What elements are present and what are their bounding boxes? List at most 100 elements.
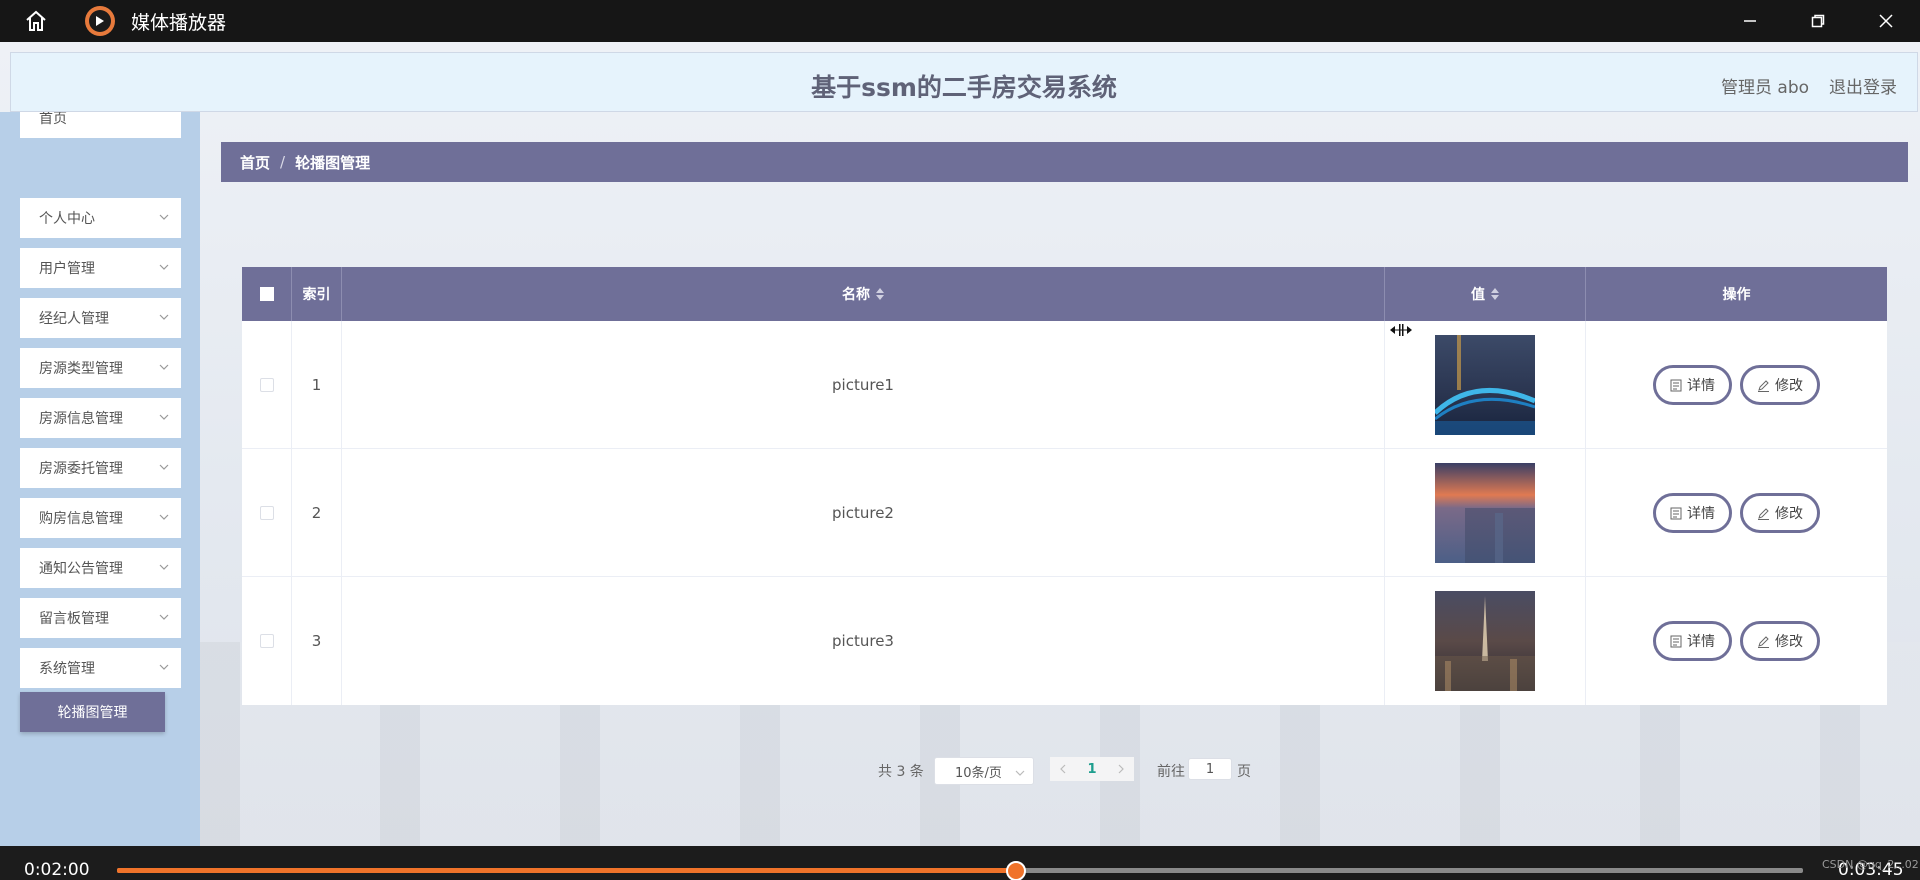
- minimize-button[interactable]: [1716, 0, 1784, 42]
- chevron-down-icon: [159, 664, 169, 670]
- sidebar-item-house-type-management[interactable]: 房源类型管理: [20, 348, 181, 388]
- tower-city-thumbnail[interactable]: [1435, 591, 1535, 691]
- column-resize-cursor-icon: [1390, 324, 1412, 336]
- page-unit-label: 页: [1237, 764, 1251, 780]
- breadcrumb-home[interactable]: 首页: [240, 152, 270, 173]
- row-checkbox[interactable]: [259, 506, 274, 520]
- watermark: CSDN @qq_2...02: [1822, 858, 1919, 871]
- page-size-select[interactable]: 10条/页: [934, 757, 1034, 785]
- edit-button[interactable]: 修改: [1740, 493, 1820, 533]
- breadcrumb-separator: /: [280, 153, 286, 171]
- prev-page-icon[interactable]: [1058, 764, 1068, 774]
- row-select-cell: [242, 449, 292, 577]
- close-icon: [1879, 14, 1893, 28]
- sidebar-item-system-management[interactable]: 系统管理: [20, 648, 181, 688]
- row-value: [1385, 321, 1586, 449]
- seek-handle[interactable]: [1005, 861, 1026, 880]
- chevron-down-icon: [159, 364, 169, 370]
- chevron-down-icon: [159, 464, 169, 470]
- carousel-table: 索引 名称 值 操作 1 picture1 详情 修改 2 picture2 详…: [242, 267, 1887, 705]
- sort-icon[interactable]: [876, 288, 884, 300]
- table-row: 3 picture3 详情 修改: [242, 577, 1887, 705]
- sunset-cityscape-thumbnail[interactable]: [1435, 463, 1535, 563]
- detail-button[interactable]: 详情: [1653, 493, 1732, 533]
- restore-button[interactable]: [1784, 0, 1852, 42]
- next-page-icon[interactable]: [1116, 764, 1126, 774]
- row-index: 1: [292, 321, 342, 449]
- chevron-down-icon: [159, 214, 169, 220]
- pagination: 共 3 条 10条/页 1 前往 页: [0, 755, 1920, 785]
- header-index: 索引: [292, 267, 342, 321]
- detail-button[interactable]: 详情: [1653, 621, 1732, 661]
- row-value: [1385, 577, 1586, 705]
- sidebar-item-user-management[interactable]: 用户管理: [20, 248, 181, 288]
- header-name[interactable]: 名称: [342, 267, 1385, 321]
- row-checkbox[interactable]: [259, 634, 274, 648]
- media-player-controls: 0:02:00 0:03:45 CSDN @qq_2...02: [0, 846, 1920, 880]
- edit-pencil-icon: [1758, 507, 1769, 520]
- sidebar-item-house-info-management[interactable]: 房源信息管理: [20, 398, 181, 438]
- sidebar-item-notice-management[interactable]: 通知公告管理: [20, 548, 181, 588]
- row-select-cell: [242, 321, 292, 449]
- close-button[interactable]: [1852, 0, 1920, 42]
- page-navigator: 1: [1050, 757, 1134, 781]
- chevron-down-icon: [159, 614, 169, 620]
- breadcrumb-current: 轮播图管理: [295, 153, 371, 172]
- sidebar-item-house-entrust-management[interactable]: 房源委托管理: [20, 448, 181, 488]
- window-controls: [1716, 0, 1920, 42]
- row-value: [1385, 449, 1586, 577]
- restore-icon: [1811, 14, 1825, 28]
- seek-bar[interactable]: [117, 861, 1803, 880]
- window-titlebar: 媒体播放器: [0, 0, 1920, 42]
- row-actions: 详情 修改: [1586, 577, 1887, 705]
- row-index: 3: [292, 577, 342, 705]
- app-content: 首页 个人中心 用户管理 经纪人管理 房源类型管理 房源信息管理 房源委托管理 …: [0, 42, 1920, 846]
- sort-icon[interactable]: [1491, 288, 1499, 300]
- sidebar-item-purchase-info-management[interactable]: 购房信息管理: [20, 498, 181, 538]
- breadcrumb: 首页 / 轮播图管理: [221, 142, 1908, 182]
- row-actions: 详情 修改: [1586, 321, 1887, 449]
- row-checkbox[interactable]: [259, 378, 274, 392]
- document-icon: [1670, 635, 1682, 647]
- edit-button[interactable]: 修改: [1740, 365, 1820, 405]
- sidebar-item-personal-center[interactable]: 个人中心: [20, 198, 181, 238]
- logout-link[interactable]: 退出登录: [1829, 73, 1897, 98]
- goto-page-input[interactable]: [1188, 758, 1232, 780]
- header-select-all: [242, 267, 292, 321]
- sidebar-subitem-carousel-management[interactable]: 轮播图管理: [20, 692, 165, 732]
- chevron-down-icon: [159, 314, 169, 320]
- row-name: picture2: [342, 449, 1385, 577]
- sidebar-item-agent-management[interactable]: 经纪人管理: [20, 298, 181, 338]
- goto-label: 前往: [1157, 764, 1185, 780]
- table-header: 索引 名称 值 操作: [242, 267, 1887, 321]
- chevron-down-icon: [159, 414, 169, 420]
- detail-button[interactable]: 详情: [1653, 365, 1732, 405]
- row-index: 2: [292, 449, 342, 577]
- seek-progress: [117, 868, 1016, 873]
- page-header: 基于ssm的二手房交易系统 管理员 abo 退出登录: [10, 52, 1918, 112]
- page-number-current[interactable]: 1: [1087, 762, 1096, 777]
- chevron-down-icon: [159, 264, 169, 270]
- admin-user-label: 管理员 abo: [1721, 78, 1810, 98]
- table-row: 2 picture2 详情 修改: [242, 449, 1887, 577]
- table-row: 1 picture1 详情 修改: [242, 321, 1887, 449]
- current-time: 0:02:00: [24, 860, 90, 880]
- document-icon: [1670, 379, 1682, 391]
- edit-pencil-icon: [1758, 635, 1769, 648]
- edit-pencil-icon: [1758, 379, 1769, 392]
- edit-button[interactable]: 修改: [1740, 621, 1820, 661]
- select-all-checkbox[interactable]: [259, 287, 274, 301]
- chevron-down-icon: [1015, 770, 1025, 776]
- window-title: 媒体播放器: [131, 11, 227, 34]
- bridge-night-thumbnail[interactable]: [1435, 335, 1535, 435]
- pagination-total: 共 3 条: [878, 764, 924, 780]
- home-icon[interactable]: [21, 6, 51, 36]
- row-actions: 详情 修改: [1586, 449, 1887, 577]
- media-player-app-icon: [85, 6, 115, 36]
- system-title: 基于ssm的二手房交易系统: [811, 73, 1117, 102]
- header-value[interactable]: 值: [1385, 267, 1586, 321]
- sidebar-item-message-board-management[interactable]: 留言板管理: [20, 598, 181, 638]
- header-actions: 操作: [1722, 287, 1751, 303]
- row-select-cell: [242, 577, 292, 705]
- document-icon: [1670, 507, 1682, 519]
